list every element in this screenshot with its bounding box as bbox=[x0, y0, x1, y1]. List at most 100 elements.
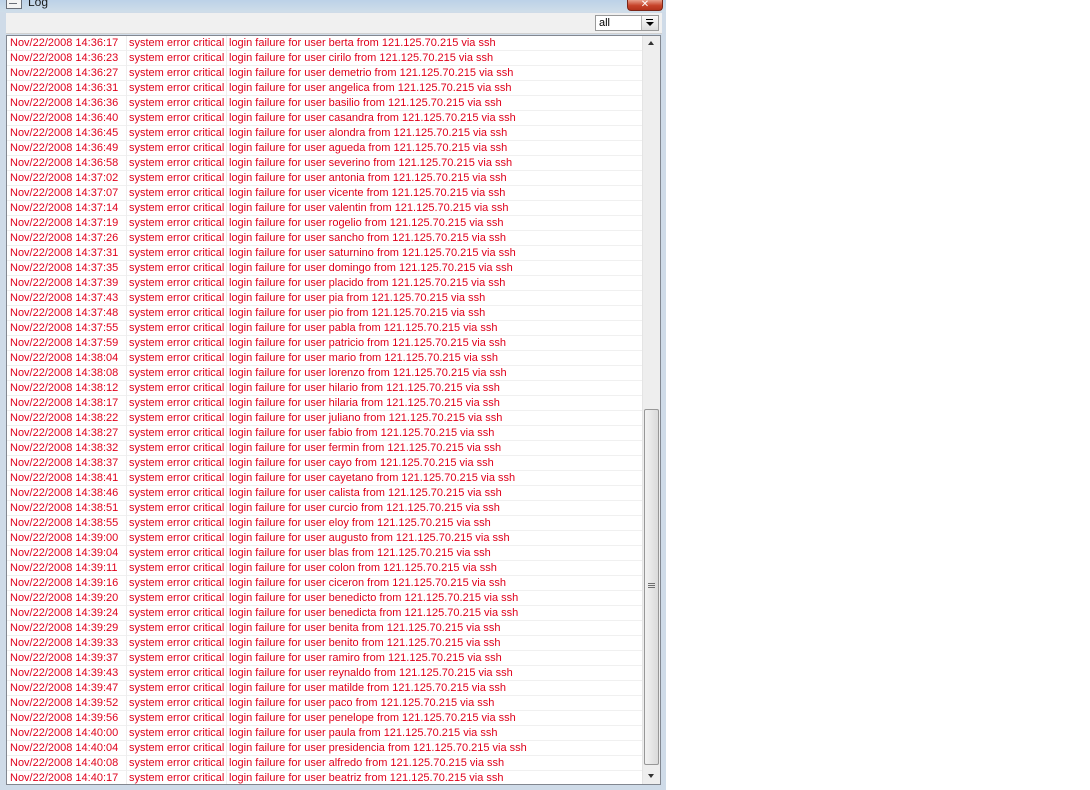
log-row[interactable]: Nov/22/2008 14:39:24 system error critica… bbox=[7, 606, 643, 621]
log-row[interactable]: Nov/22/2008 14:38:27 system error critica… bbox=[7, 426, 643, 441]
log-time: Nov/22/2008 14:36:27 bbox=[10, 67, 119, 79]
log-row[interactable]: Nov/22/2008 14:39:37 system error critica… bbox=[7, 651, 643, 666]
log-time: Nov/22/2008 14:38:12 bbox=[10, 382, 119, 394]
log-row[interactable]: Nov/22/2008 14:39:20 system error critica… bbox=[7, 591, 643, 606]
log-row[interactable]: Nov/22/2008 14:39:43 system error critica… bbox=[7, 666, 643, 681]
log-level: system error critical bbox=[129, 442, 225, 454]
log-row[interactable]: Nov/22/2008 14:38:17 system error critica… bbox=[7, 396, 643, 411]
log-row[interactable]: Nov/22/2008 14:37:55 system error critica… bbox=[7, 321, 643, 336]
log-message: login failure for user cayetano from 121… bbox=[229, 472, 516, 484]
log-message: login failure for user juliano from 121.… bbox=[229, 412, 503, 424]
scroll-down-arrow-icon[interactable] bbox=[648, 774, 654, 778]
dropdown-arrow-icon[interactable] bbox=[641, 16, 658, 30]
log-time: Nov/22/2008 14:38:32 bbox=[10, 442, 119, 454]
log-level: system error critical bbox=[129, 67, 225, 79]
log-level: system error critical bbox=[129, 607, 225, 619]
log-row[interactable]: Nov/22/2008 14:40:08 system error critica… bbox=[7, 756, 643, 771]
log-message: login failure for user cayo from 121.125… bbox=[229, 457, 494, 469]
log-time: Nov/22/2008 14:38:17 bbox=[10, 397, 119, 409]
log-time: Nov/22/2008 14:39:56 bbox=[10, 712, 119, 724]
log-time: Nov/22/2008 14:40:04 bbox=[10, 742, 119, 754]
log-level: system error critical bbox=[129, 127, 225, 139]
log-row[interactable]: Nov/22/2008 14:36:23 system error critica… bbox=[7, 51, 643, 66]
log-row[interactable]: Nov/22/2008 14:39:56 system error critica… bbox=[7, 711, 643, 726]
log-message: login failure for user rogelio from 121.… bbox=[229, 217, 504, 229]
log-row[interactable]: Nov/22/2008 14:36:31 system error critica… bbox=[7, 81, 643, 96]
log-message: login failure for user presidencia from … bbox=[229, 742, 527, 754]
log-row[interactable]: Nov/22/2008 14:38:32 system error critica… bbox=[7, 441, 643, 456]
log-row[interactable]: Nov/22/2008 14:37:14 system error critica… bbox=[7, 201, 643, 216]
log-row[interactable]: Nov/22/2008 14:40:17 system error critica… bbox=[7, 771, 643, 784]
log-level: system error critical bbox=[129, 157, 225, 169]
log-row[interactable]: Nov/22/2008 14:39:04 system error critica… bbox=[7, 546, 643, 561]
window-menu-icon[interactable] bbox=[6, 0, 22, 9]
log-message: login failure for user penelope from 121… bbox=[229, 712, 516, 724]
log-level: system error critical bbox=[129, 712, 225, 724]
log-row[interactable]: Nov/22/2008 14:38:04 system error critica… bbox=[7, 351, 643, 366]
log-message: login failure for user alondra from 121.… bbox=[229, 127, 508, 139]
log-row[interactable]: Nov/22/2008 14:36:45 system error critica… bbox=[7, 126, 643, 141]
log-row[interactable]: Nov/22/2008 14:36:36 system error critica… bbox=[7, 96, 643, 111]
log-row[interactable]: Nov/22/2008 14:36:27 system error critica… bbox=[7, 66, 643, 81]
log-row[interactable]: Nov/22/2008 14:39:47 system error critica… bbox=[7, 681, 643, 696]
log-row[interactable]: Nov/22/2008 14:36:40 system error critica… bbox=[7, 111, 643, 126]
log-message: login failure for user benita from 121.1… bbox=[229, 622, 501, 634]
log-row[interactable]: Nov/22/2008 14:38:08 system error critica… bbox=[7, 366, 643, 381]
log-row[interactable]: Nov/22/2008 14:39:16 system error critica… bbox=[7, 576, 643, 591]
log-message: login failure for user patricio from 121… bbox=[229, 337, 506, 349]
log-row[interactable]: Nov/22/2008 14:37:07 system error critica… bbox=[7, 186, 643, 201]
log-filter-value: all bbox=[599, 17, 611, 29]
log-list[interactable]: Nov/22/2008 14:36:17 system error critica… bbox=[6, 35, 661, 785]
log-level: system error critical bbox=[129, 517, 225, 529]
log-row[interactable]: Nov/22/2008 14:37:39 system error critica… bbox=[7, 276, 643, 291]
log-message: login failure for user paco from 121.125… bbox=[229, 697, 495, 709]
log-message: login failure for user sancho from 121.1… bbox=[229, 232, 506, 244]
log-row[interactable]: Nov/22/2008 14:36:58 system error critica… bbox=[7, 156, 643, 171]
log-level: system error critical bbox=[129, 757, 225, 769]
log-row[interactable]: Nov/22/2008 14:40:04 system error critica… bbox=[7, 741, 643, 756]
log-row[interactable]: Nov/22/2008 14:39:52 system error critica… bbox=[7, 696, 643, 711]
title-bar[interactable]: Log ✕ bbox=[0, 0, 666, 12]
log-row[interactable]: Nov/22/2008 14:37:19 system error critica… bbox=[7, 216, 643, 231]
log-row[interactable]: Nov/22/2008 14:38:12 system error critica… bbox=[7, 381, 643, 396]
log-row[interactable]: Nov/22/2008 14:39:00 system error critica… bbox=[7, 531, 643, 546]
log-row[interactable]: Nov/22/2008 14:36:17 system error critica… bbox=[7, 36, 643, 51]
log-filter-dropdown[interactable]: all bbox=[595, 15, 659, 31]
log-row[interactable]: Nov/22/2008 14:38:22 system error critica… bbox=[7, 411, 643, 426]
log-time: Nov/22/2008 14:40:17 bbox=[10, 772, 119, 784]
log-row[interactable]: Nov/22/2008 14:39:29 system error critica… bbox=[7, 621, 643, 636]
log-row[interactable]: Nov/22/2008 14:38:55 system error critica… bbox=[7, 516, 643, 531]
log-row[interactable]: Nov/22/2008 14:37:31 system error critica… bbox=[7, 246, 643, 261]
log-message: login failure for user blas from 121.125… bbox=[229, 547, 491, 559]
log-row[interactable]: Nov/22/2008 14:37:02 system error critica… bbox=[7, 171, 643, 186]
log-row[interactable]: Nov/22/2008 14:38:37 system error critica… bbox=[7, 456, 643, 471]
scroll-up-arrow-icon[interactable] bbox=[648, 41, 654, 45]
log-message: login failure for user matilde from 121.… bbox=[229, 682, 506, 694]
scrollbar-thumb[interactable] bbox=[644, 409, 659, 765]
log-row[interactable]: Nov/22/2008 14:38:41 system error critica… bbox=[7, 471, 643, 486]
log-row[interactable]: Nov/22/2008 14:37:43 system error critica… bbox=[7, 291, 643, 306]
log-level: system error critical bbox=[129, 112, 225, 124]
log-level: system error critical bbox=[129, 742, 225, 754]
log-row[interactable]: Nov/22/2008 14:37:35 system error critica… bbox=[7, 261, 643, 276]
log-row[interactable]: Nov/22/2008 14:38:51 system error critica… bbox=[7, 501, 643, 516]
log-time: Nov/22/2008 14:39:11 bbox=[10, 562, 118, 574]
log-time: Nov/22/2008 14:38:27 bbox=[10, 427, 119, 439]
close-button[interactable]: ✕ bbox=[627, 0, 663, 11]
log-row[interactable]: Nov/22/2008 14:38:46 system error critica… bbox=[7, 486, 643, 501]
log-row[interactable]: Nov/22/2008 14:37:26 system error critica… bbox=[7, 231, 643, 246]
log-level: system error critical bbox=[129, 352, 225, 364]
log-level: system error critical bbox=[129, 772, 225, 784]
log-row[interactable]: Nov/22/2008 14:37:48 system error critica… bbox=[7, 306, 643, 321]
vertical-scrollbar[interactable] bbox=[642, 36, 660, 784]
log-level: system error critical bbox=[129, 292, 225, 304]
log-row[interactable]: Nov/22/2008 14:40:00 system error critica… bbox=[7, 726, 643, 741]
log-row[interactable]: Nov/22/2008 14:39:11 system error critica… bbox=[7, 561, 643, 576]
log-row[interactable]: Nov/22/2008 14:37:59 system error critica… bbox=[7, 336, 643, 351]
log-row[interactable]: Nov/22/2008 14:36:49 system error critica… bbox=[7, 141, 643, 156]
log-time: Nov/22/2008 14:36:40 bbox=[10, 112, 119, 124]
log-row[interactable]: Nov/22/2008 14:39:33 system error critica… bbox=[7, 636, 643, 651]
log-time: Nov/22/2008 14:37:55 bbox=[10, 322, 119, 334]
log-time: Nov/22/2008 14:39:52 bbox=[10, 697, 119, 709]
log-level: system error critical bbox=[129, 367, 225, 379]
